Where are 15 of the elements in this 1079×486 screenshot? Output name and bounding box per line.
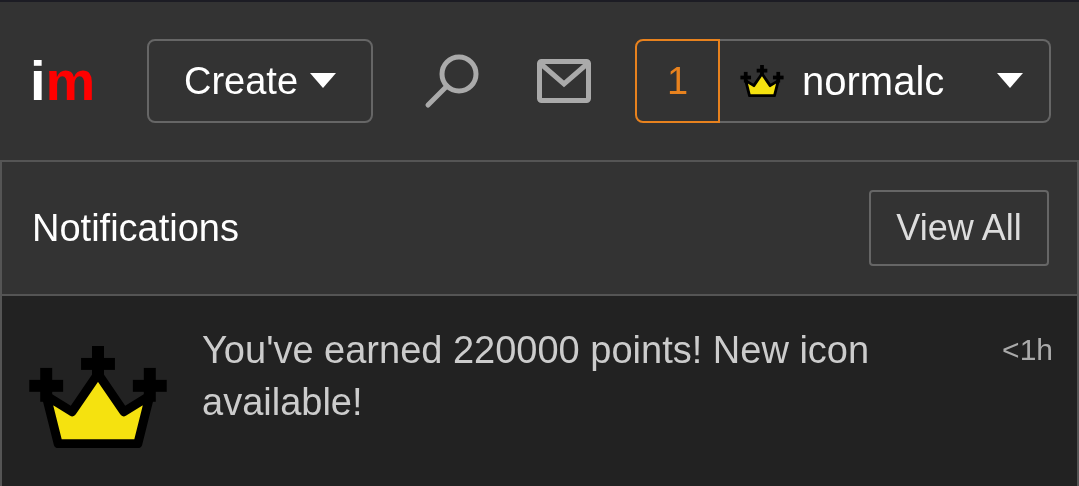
caret-icon	[997, 73, 1023, 89]
view-all-button[interactable]: View All	[869, 190, 1049, 266]
notification-count[interactable]: 1	[635, 39, 720, 123]
notification-message: You've earned 220000 points! New icon available!	[202, 328, 871, 425]
notification-item[interactable]: You've earned 220000 points! New icon available! <1h	[0, 296, 1079, 486]
create-button[interactable]: Create	[147, 39, 373, 123]
notifications-title: Notifications	[32, 205, 239, 251]
logo[interactable]: im	[30, 53, 114, 109]
mail-icon[interactable]	[537, 59, 591, 103]
search-icon[interactable]	[424, 53, 480, 109]
caret-icon	[310, 73, 337, 89]
crown-icon	[740, 64, 784, 98]
user-menu-button[interactable]: normalc	[720, 39, 1051, 123]
crown-icon	[28, 346, 168, 450]
notification-time: <1h	[1002, 332, 1053, 368]
